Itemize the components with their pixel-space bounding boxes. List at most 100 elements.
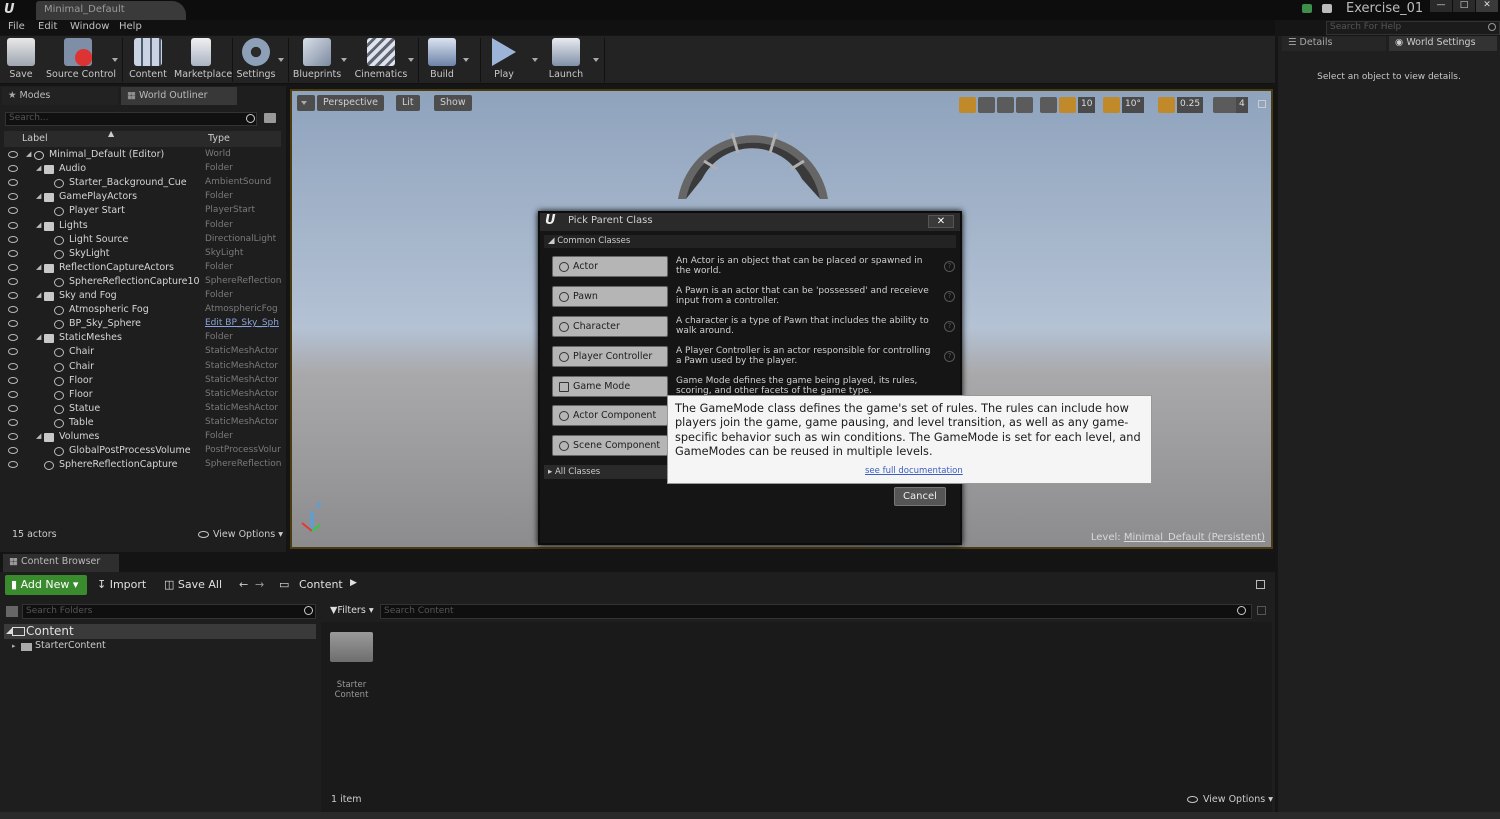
visibility-eye-icon[interactable]	[8, 362, 18, 370]
outliner-row[interactable]: ◢ Volumes Folder	[4, 431, 281, 445]
save-button[interactable]: Save	[0, 38, 42, 82]
import-button[interactable]: ↧ Import	[97, 578, 146, 591]
visibility-eye-icon[interactable]	[8, 263, 18, 271]
outliner-row[interactable]: ◢ Lights Folder	[4, 220, 281, 234]
outliner-row[interactable]: GlobalPostProcessVolume PostProcessVolur	[4, 445, 281, 459]
chevron-down-icon[interactable]	[593, 58, 599, 62]
visibility-eye-icon[interactable]	[8, 193, 18, 201]
chevron-down-icon[interactable]	[278, 58, 284, 62]
source-control-button[interactable]: Source Control	[46, 38, 116, 82]
grid-snap-value[interactable]: 10	[1078, 97, 1096, 113]
visibility-eye-icon[interactable]	[8, 376, 18, 384]
all-classes-header[interactable]: ▸ All Classes	[544, 465, 668, 479]
outliner-row[interactable]: SphereReflectionCapture10 SphereReflectio…	[4, 276, 281, 290]
expand-arrow-icon[interactable]: ◢	[36, 291, 41, 299]
back-arrow-icon[interactable]: ←	[239, 578, 248, 591]
class-button-scene-component[interactable]: Scene Component	[552, 435, 668, 456]
visibility-eye-icon[interactable]	[8, 249, 18, 257]
document-tab[interactable]: Minimal_Default	[36, 1, 186, 20]
rotate-icon[interactable]	[978, 97, 995, 113]
tab-content-browser[interactable]: ▦ Content Browser	[3, 554, 119, 572]
visibility-eye-icon[interactable]	[8, 179, 18, 187]
build-button[interactable]: Build	[422, 38, 462, 82]
chevron-down-icon[interactable]	[112, 58, 118, 62]
visibility-eye-icon[interactable]	[8, 221, 18, 229]
outliner-row[interactable]: SphereReflectionCapture SphereReflectionC	[4, 459, 281, 473]
tree-item-content[interactable]: Content	[4, 624, 316, 639]
rotation-snap-value[interactable]: 10°	[1122, 97, 1144, 113]
path-arrow-icon[interactable]: ▶	[350, 578, 357, 588]
visibility-eye-icon[interactable]	[8, 151, 18, 158]
class-button-player-controller[interactable]: Player Controller	[552, 346, 668, 367]
starter-content-folder-icon[interactable]	[330, 632, 373, 662]
outliner-row[interactable]: Starter_Background_Cue AmbientSound	[4, 177, 281, 191]
maximize-button[interactable]: □	[1453, 0, 1475, 12]
outliner-row[interactable]: Floor StaticMeshActor	[4, 389, 281, 403]
outliner-row[interactable]: Player Start PlayerStart	[4, 205, 281, 219]
documentation-link[interactable]: see full documentation	[865, 466, 963, 476]
minimize-button[interactable]: —	[1430, 0, 1452, 12]
tab-details[interactable]: ☰ Details	[1282, 36, 1386, 51]
help-icon[interactable]: ?	[944, 291, 955, 302]
outliner-row[interactable]: ◢ Minimal_Default (Editor) World	[4, 149, 281, 163]
chevron-down-icon[interactable]	[532, 58, 538, 62]
visibility-eye-icon[interactable]	[8, 165, 18, 173]
chevron-down-icon[interactable]	[341, 58, 347, 62]
save-search-icon[interactable]	[1257, 606, 1266, 615]
class-button-pawn[interactable]: Pawn	[552, 286, 668, 307]
class-button-actor-component[interactable]: Actor Component	[552, 405, 668, 426]
expand-arrow-icon[interactable]: ◢	[36, 192, 41, 200]
sources-toggle-icon[interactable]	[6, 606, 18, 617]
visibility-eye-icon[interactable]	[8, 320, 18, 328]
tab-world-settings[interactable]: ◉ World Settings	[1389, 36, 1497, 51]
outliner-row[interactable]: Floor StaticMeshActor	[4, 375, 281, 389]
launch-button[interactable]: Launch	[546, 38, 586, 82]
cinematics-button[interactable]: Cinematics	[354, 38, 408, 82]
outliner-row[interactable]: BP_Sky_Sphere Edit BP_Sky_Sph	[4, 318, 281, 332]
column-label-header[interactable]: Label	[22, 133, 48, 144]
visibility-eye-icon[interactable]	[8, 433, 18, 440]
outliner-row[interactable]: ◢ StaticMeshes Folder	[4, 332, 281, 346]
tab-modes[interactable]: ★ Modes	[2, 87, 118, 105]
visibility-eye-icon[interactable]	[8, 235, 18, 243]
help-icon[interactable]: ?	[944, 321, 955, 332]
dialog-close-button[interactable]: ✕	[928, 215, 954, 228]
tree-item-startercontent[interactable]: StarterContent	[35, 640, 106, 651]
content-button[interactable]: Content	[126, 38, 170, 82]
search-icon[interactable]	[246, 114, 255, 123]
visibility-eye-icon[interactable]	[8, 277, 18, 285]
outliner-row[interactable]: ◢ GamePlayActors Folder	[4, 191, 281, 205]
close-window-button[interactable]: ✕	[1476, 0, 1498, 12]
expand-arrow-icon[interactable]: ◢	[26, 150, 31, 158]
expand-arrow-icon[interactable]: ▸	[12, 642, 16, 650]
visibility-eye-icon[interactable]	[8, 334, 18, 342]
menu-edit[interactable]: Edit	[38, 21, 57, 32]
visibility-eye-icon[interactable]	[8, 306, 18, 314]
column-type-header[interactable]: Type	[208, 133, 230, 144]
view-options-button[interactable]: View Options ▾	[213, 529, 283, 540]
outliner-row[interactable]: Light Source DirectionalLight	[4, 234, 281, 248]
expand-arrow-icon[interactable]: ◢	[36, 333, 41, 341]
help-icon[interactable]: ?	[944, 351, 955, 362]
help-search-input[interactable]: Search For Help	[1326, 21, 1500, 35]
cancel-button[interactable]: Cancel	[894, 487, 946, 506]
outliner-row[interactable]: ◢ Sky and Fog Folder	[4, 290, 281, 304]
chevron-down-icon[interactable]	[463, 58, 469, 62]
visibility-eye-icon[interactable]	[8, 447, 18, 455]
camera-speed-icon[interactable]	[1213, 97, 1238, 113]
surface-snap-icon[interactable]	[1040, 97, 1057, 113]
content-search-input[interactable]: Search Content	[380, 604, 1252, 619]
expand-arrow-icon[interactable]: ◢	[36, 263, 41, 271]
visibility-eye-icon[interactable]	[8, 418, 18, 426]
class-button-actor[interactable]: Actor	[552, 256, 668, 277]
translate-icon[interactable]	[959, 97, 976, 113]
scale-snap-value[interactable]: 0.25	[1177, 97, 1204, 113]
play-button[interactable]: Play	[484, 38, 524, 82]
marketplace-button[interactable]: Marketplace	[174, 38, 232, 82]
outliner-row[interactable]: Chair StaticMeshActor	[4, 361, 281, 375]
visibility-eye-icon[interactable]	[8, 390, 18, 398]
expand-arrow-icon[interactable]: ◢	[36, 164, 41, 172]
scale-icon[interactable]	[997, 97, 1014, 113]
outliner-row[interactable]: SkyLight SkyLight	[4, 248, 281, 262]
menu-help[interactable]: Help	[119, 21, 142, 32]
